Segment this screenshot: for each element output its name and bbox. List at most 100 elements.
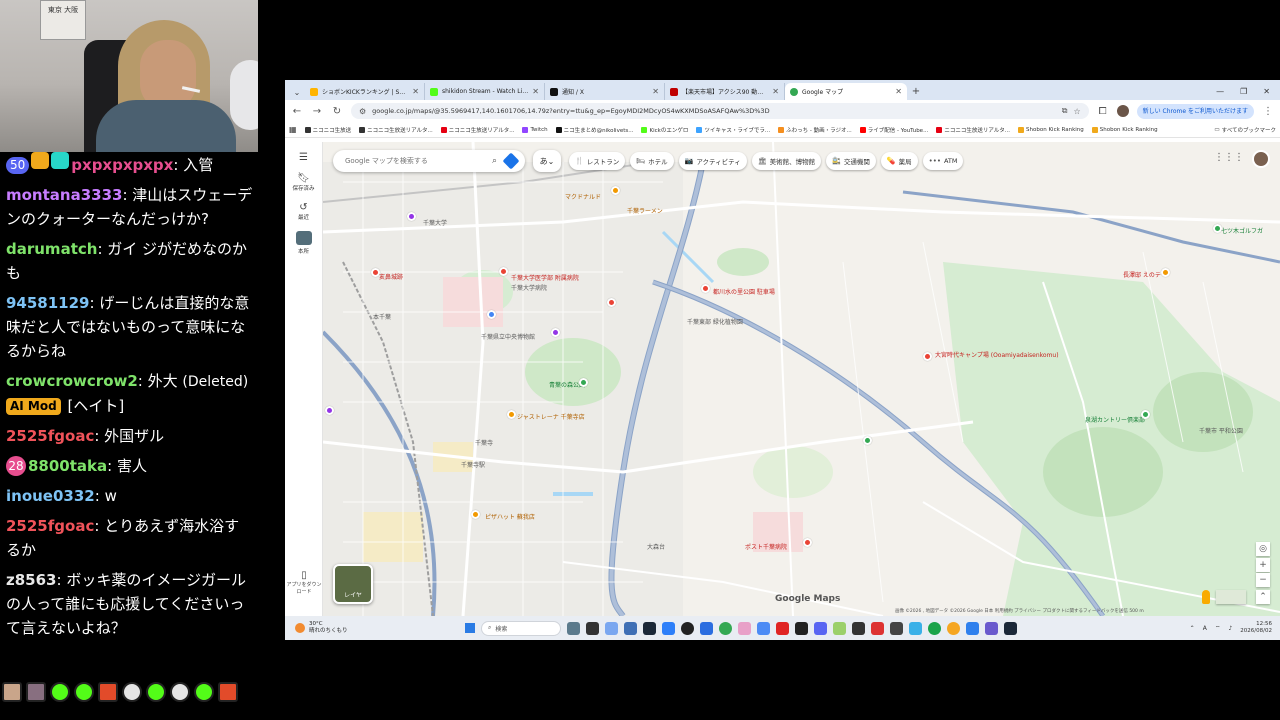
site-info-icon[interactable]: ⚙ bbox=[359, 107, 366, 116]
bookmark-item[interactable]: Kickのエンゲロ bbox=[641, 126, 688, 134]
zoom-in-button[interactable]: + bbox=[1256, 558, 1270, 572]
taskbar-app-icon[interactable] bbox=[890, 621, 903, 635]
chat-username[interactable]: 2525fgoac bbox=[6, 427, 94, 445]
taskbar-app-icon[interactable] bbox=[852, 621, 865, 635]
taskbar-app-icon[interactable] bbox=[947, 621, 960, 635]
close-tab-icon[interactable]: ✕ bbox=[412, 87, 419, 96]
poi-label[interactable]: ピザハット 蘇我店 bbox=[485, 512, 535, 521]
recent-place-button[interactable]: 本所 bbox=[285, 231, 322, 255]
emote-icon[interactable] bbox=[194, 682, 214, 702]
poi-label[interactable]: 泉湖カントリー倶楽部 bbox=[1085, 415, 1145, 424]
emote-icon[interactable] bbox=[26, 682, 46, 702]
bookmark-item[interactable]: ライブ配信 - YouTube... bbox=[859, 126, 928, 134]
poi-label[interactable]: ジャストレーナ 千葉寺店 bbox=[517, 412, 585, 421]
chat-username[interactable]: crowcrowcrow2 bbox=[6, 372, 138, 390]
taskbar-app-icon[interactable] bbox=[985, 621, 998, 635]
browser-tab[interactable]: shikidon Stream - Watch Live o...✕ bbox=[425, 83, 545, 100]
poi-label[interactable]: ポスト千葉病院 bbox=[745, 542, 787, 551]
maximize-icon[interactable]: ❐ bbox=[1240, 87, 1247, 96]
hospital-pin-icon[interactable] bbox=[803, 538, 812, 547]
windows-start-icon[interactable] bbox=[465, 623, 475, 633]
maps-search-input[interactable] bbox=[345, 157, 484, 165]
castle-pin-icon[interactable] bbox=[371, 268, 380, 277]
ime-language-button[interactable]: あ ⌄ bbox=[533, 150, 561, 172]
golf-pin-icon[interactable] bbox=[1213, 224, 1222, 233]
bookmark-item[interactable]: Twitch bbox=[522, 126, 548, 133]
taskbar-app-icon[interactable] bbox=[700, 621, 713, 635]
hospital-pin-icon[interactable] bbox=[499, 267, 508, 276]
bookmark-star-icon[interactable]: ☆ bbox=[1073, 107, 1080, 116]
street-view-pegman-icon[interactable] bbox=[1202, 590, 1210, 604]
profile-avatar[interactable] bbox=[1116, 105, 1129, 117]
expand-icon[interactable]: ⌃ bbox=[1256, 590, 1270, 604]
taskbar-app-icon[interactable] bbox=[928, 621, 941, 635]
ime-icon[interactable]: A bbox=[1203, 625, 1207, 632]
emote-icon[interactable] bbox=[74, 682, 94, 702]
back-icon[interactable]: ← bbox=[291, 106, 303, 117]
chat-username[interactable]: pxpxpxpxpx bbox=[71, 156, 173, 174]
poi-label[interactable]: 千葉県立中央博物館 bbox=[481, 332, 535, 341]
directions-icon[interactable] bbox=[502, 152, 520, 170]
zoom-out-button[interactable]: − bbox=[1256, 573, 1270, 587]
taskbar-app-icon[interactable] bbox=[757, 621, 770, 635]
emote-icon[interactable] bbox=[122, 682, 142, 702]
food-pin-icon[interactable] bbox=[1161, 268, 1170, 277]
info-pin-icon[interactable] bbox=[487, 310, 496, 319]
heart-app-icon[interactable] bbox=[776, 621, 789, 635]
place-pin-icon[interactable] bbox=[863, 436, 872, 445]
bookmark-item[interactable]: ニコニコ生放送リアルタ... bbox=[936, 126, 1010, 134]
chat-username[interactable]: montana3333 bbox=[6, 186, 122, 204]
chrome-icon[interactable] bbox=[719, 621, 732, 635]
google-maps[interactable]: 千葉大学医学部 附属病院 千葉大学 千葉県立中央博物館 都川水の里公園 駐車場 … bbox=[285, 142, 1280, 616]
poi-label[interactable]: 千葉東部 緑化植物園 bbox=[687, 317, 743, 326]
station-label[interactable]: 千葉寺駅 bbox=[461, 460, 485, 469]
chat-username[interactable]: z8563 bbox=[6, 571, 56, 589]
url-text[interactable]: google.co.jp/maps/@35.5969417,140.160170… bbox=[372, 107, 1056, 115]
account-avatar[interactable] bbox=[1252, 150, 1270, 168]
discord-icon[interactable] bbox=[814, 621, 827, 635]
emote-icon[interactable] bbox=[146, 682, 166, 702]
close-tab-icon[interactable]: ✕ bbox=[895, 87, 902, 96]
chat-username[interactable]: 8800taka bbox=[28, 457, 107, 475]
restaurant-pin-icon[interactable] bbox=[611, 186, 620, 195]
taskbar-app-icon[interactable] bbox=[966, 621, 979, 635]
chip-atm[interactable]: ••• ATM bbox=[922, 152, 964, 170]
poi-label[interactable]: マクドナルド bbox=[565, 192, 601, 201]
steam-icon[interactable] bbox=[1004, 621, 1017, 635]
station-label[interactable]: 本千葉 bbox=[373, 312, 391, 321]
poi-label[interactable]: 大宮時代キャンプ場 (Ooamiyadaisenkomu) bbox=[935, 350, 1059, 359]
emote-icon[interactable] bbox=[50, 682, 70, 702]
menu-icon[interactable]: ⋮ bbox=[1262, 106, 1274, 117]
poi-label[interactable]: 千葉大学医学部 附属病院 bbox=[511, 273, 579, 282]
search-icon[interactable]: ⌕ bbox=[492, 156, 497, 166]
volume-icon[interactable]: ♪ bbox=[1228, 625, 1232, 632]
tab-search-icon[interactable]: ⌄ bbox=[289, 84, 305, 100]
bookmark-item[interactable]: ニコニコ生放送リアルタ... bbox=[359, 126, 433, 134]
recent-button[interactable]: ↺ 最近 bbox=[285, 202, 322, 221]
golf-pin-icon[interactable] bbox=[1141, 410, 1150, 419]
app-download-button[interactable]: ▯ アプリをダウンロード bbox=[285, 570, 323, 595]
map-canvas[interactable] bbox=[323, 142, 1280, 616]
clock[interactable]: 12:56 2026/08/02 bbox=[1240, 621, 1272, 635]
bookmark-item[interactable]: ニコ生まとめ@nikolivets... bbox=[555, 126, 633, 134]
poi-label[interactable]: 千葉市 平和公園 bbox=[1199, 426, 1243, 435]
taskbar-app-icon[interactable] bbox=[909, 621, 922, 635]
emote-icon[interactable] bbox=[218, 682, 238, 702]
chat-username[interactable]: darumatch bbox=[6, 240, 97, 258]
taskbar-search[interactable]: ⌕ 検索 bbox=[481, 620, 561, 636]
poi-label[interactable]: 亥鼻城跡 bbox=[379, 272, 403, 281]
bookmark-item[interactable]: ツイキャス・ライブでラ... bbox=[696, 126, 770, 134]
obs-icon[interactable] bbox=[681, 621, 694, 635]
browser-tab[interactable]: 通知 / X ✕ bbox=[545, 83, 665, 100]
bookmark-item[interactable]: ニコニコ生放送リアルタ... bbox=[440, 126, 514, 134]
emote-icon[interactable] bbox=[98, 682, 118, 702]
place-pin-icon[interactable] bbox=[325, 406, 334, 415]
taskbar-app-icon[interactable] bbox=[624, 621, 637, 635]
chip-museum[interactable]: 🏛 美術館、博物館 bbox=[751, 152, 822, 170]
bookmark-item[interactable]: Shobon Kick Ranking bbox=[1091, 126, 1158, 133]
chip-transit[interactable]: 🚉 交通機関 bbox=[826, 152, 876, 170]
poi-label[interactable]: 千葉大学 bbox=[423, 218, 447, 227]
food-pin-icon[interactable] bbox=[607, 298, 616, 307]
restaurant-pin-icon[interactable] bbox=[471, 510, 480, 519]
address-bar[interactable]: ⚙ google.co.jp/maps/@35.5969417,140.1601… bbox=[351, 103, 1089, 119]
